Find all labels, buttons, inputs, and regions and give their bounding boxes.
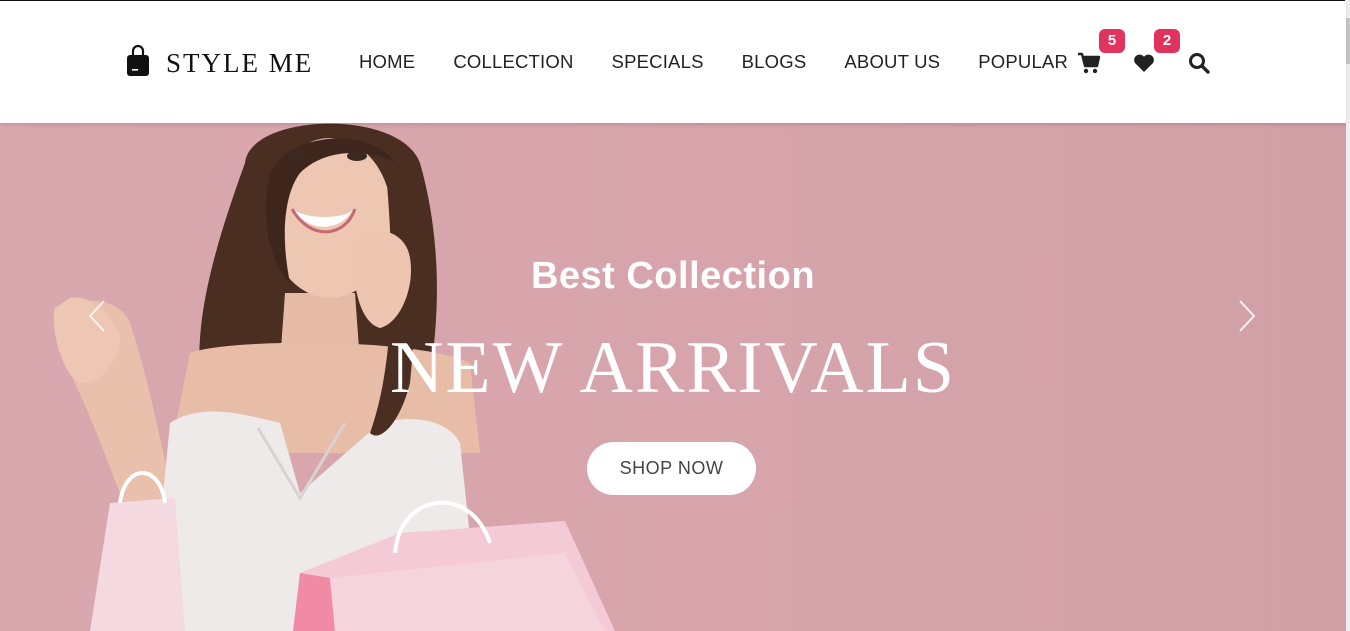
hero-subtitle: Best Collection xyxy=(530,255,816,297)
nav-item-specials[interactable]: SPECIALS xyxy=(612,51,704,73)
nav-item-collection[interactable]: COLLECTION xyxy=(453,51,573,73)
nav-item-blogs[interactable]: BLOGS xyxy=(742,51,807,73)
main-nav: HOME COLLECTION SPECIALS BLOGS ABOUT US … xyxy=(359,51,1106,73)
site-header: STYLE ME HOME COLLECTION SPECIALS BLOGS … xyxy=(0,1,1346,123)
nav-item-home[interactable]: HOME xyxy=(359,51,415,73)
hero-slider: Best Collection NEW ARRIVALS SHOP NOW xyxy=(0,123,1346,631)
shopping-bag-icon xyxy=(126,44,150,82)
wishlist-badge: 2 xyxy=(1154,29,1180,53)
brand-logo[interactable]: STYLE ME xyxy=(126,44,314,82)
cart-badge: 5 xyxy=(1099,29,1125,53)
scrollbar-thumb[interactable] xyxy=(1346,18,1350,64)
heart-icon[interactable] xyxy=(1132,51,1156,75)
shop-now-button[interactable]: SHOP NOW xyxy=(587,442,756,495)
nav-item-popular[interactable]: POPULAR xyxy=(978,51,1068,73)
cart-icon[interactable] xyxy=(1077,51,1101,75)
chevron-right-icon[interactable] xyxy=(1234,299,1258,333)
brand-name: STYLE ME xyxy=(166,47,314,78)
search-icon[interactable] xyxy=(1187,51,1211,75)
chevron-left-icon[interactable] xyxy=(86,299,110,333)
nav-item-about-us[interactable]: ABOUT US xyxy=(844,51,940,73)
hero-title: NEW ARRIVALS xyxy=(389,327,957,409)
